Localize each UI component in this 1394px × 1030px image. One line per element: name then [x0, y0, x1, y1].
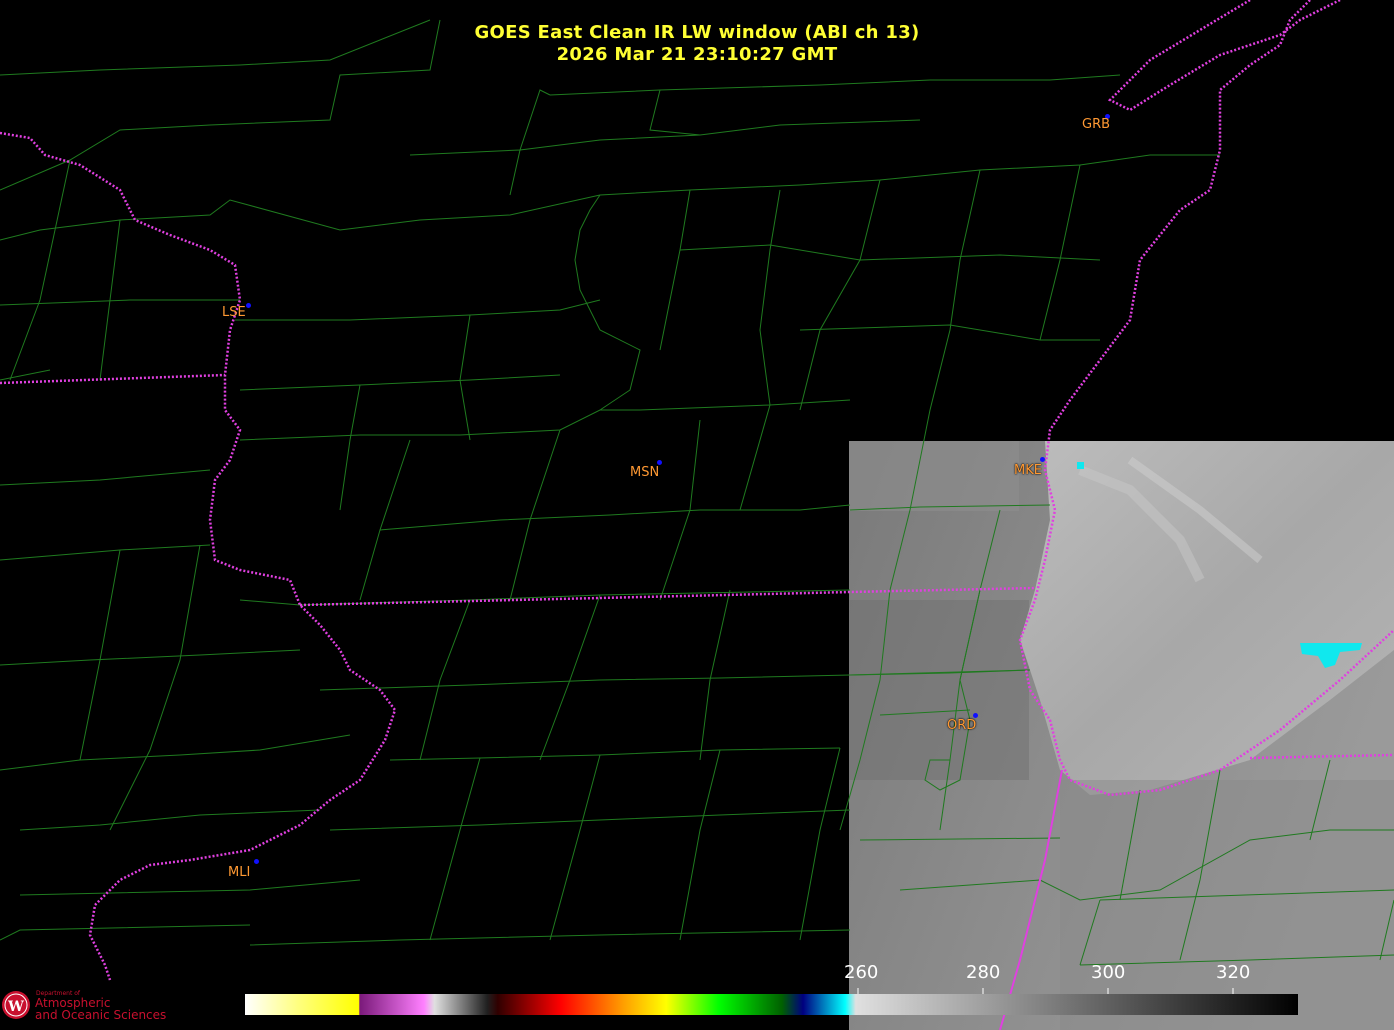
image-timestamp: 2026 Mar 21 23:10:27 GMT — [556, 44, 838, 65]
logo-line2: and Oceanic Sciences — [35, 1008, 167, 1022]
uw-seal-logo: W — [2, 991, 30, 1019]
colorbar-tick-300: 300 — [1091, 962, 1126, 983]
station-dot-mli — [254, 859, 259, 864]
station-dot-lse — [246, 303, 251, 308]
satellite-image-viewer: W GOES East Clean IR LW window (ABI ch 1… — [0, 0, 1394, 1030]
image-title: GOES East Clean IR LW window (ABI ch 13) — [474, 22, 920, 43]
colorbar-tick-280: 280 — [966, 962, 1001, 983]
colorbar-tick-320: 320 — [1216, 962, 1251, 983]
station-label-msn: MSN — [630, 465, 660, 480]
station-dot-mke — [1040, 457, 1045, 462]
svg-text:W: W — [7, 999, 24, 1015]
map-canvas: W — [0, 0, 1394, 1030]
station-label-ord: ORD — [947, 718, 977, 733]
station-label-mli: MLI — [228, 865, 251, 880]
colorbar — [245, 994, 1298, 1015]
station-label-grb: GRB — [1082, 117, 1111, 132]
colorbar-tick-260: 260 — [844, 962, 879, 983]
station-label-mke: MKE — [1014, 463, 1042, 478]
ir-data-swath — [849, 441, 1394, 1030]
station-label-lse: LSE — [222, 305, 246, 320]
